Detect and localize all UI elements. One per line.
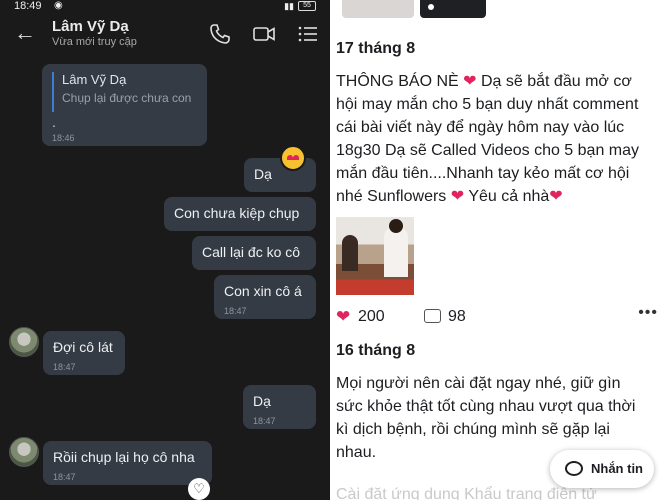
post-line: hội may mắn cho 5 bạn duy nhất comment [336,96,639,113]
post-line: nhé Sunflowers ❤ Yêu cả nhà❤ [336,185,660,208]
photo-figure [389,219,403,233]
message-time: 18:47 [53,362,76,372]
like-count[interactable]: 200 [358,308,385,326]
post-line-text: Yêu cả nhà [468,188,550,205]
faded-post-text: Cài đặt ứng dụng Khẩu trang điện tử [336,486,597,500]
heart-reaction-icon[interactable]: ♡ [188,478,210,500]
contact-avatar[interactable] [9,437,39,467]
quote-bar [52,72,54,112]
heart-eyes-emoji-icon [280,145,306,171]
back-arrow-icon[interactable]: ← [14,22,38,46]
signal-icon: ▮▮ [284,1,294,11]
message-button[interactable]: Nhắn tin [550,450,654,488]
quoted-message-bubble[interactable]: Lâm Vỹ Dạ Chụp lại được chưa con . 18:46 [42,64,207,146]
quoted-sender: Lâm Vỹ Dạ [62,72,127,87]
comment-count[interactable]: 98 [448,308,466,326]
chat-screen: 18:49 ◉ ▮▮ 55 ← Lâm Vỹ Dạ Vừa mới truy c… [0,0,330,500]
message-time: 18:47 [224,306,247,316]
message-time: 18:47 [253,416,276,426]
chat-bubble-icon [565,461,583,476]
sent-message-bubble[interactable]: Con chưa kiệp chụp [164,197,316,231]
received-message-bubble[interactable]: Rồii chụp lại họ cô nha 18:47 [43,441,212,485]
status-bar: 18:49 ◉ ▮▮ 55 [0,0,330,14]
menu-list-icon[interactable] [296,22,320,46]
heart-emoji-icon: ❤ [463,73,477,90]
post-line: sức khỏe thật tốt cùng nhau vượt qua thờ… [336,398,636,415]
contact-name[interactable]: Lâm Vỹ Dạ [52,18,129,35]
post-line-text: THÔNG BÁO NÈ [336,73,459,90]
status-time: 18:49 [14,0,42,12]
post-text: THÔNG BÁO NÈ ❤ Dạ sẽ bắt đầu mở cơ hội m… [336,70,660,208]
message-text: Đợi cô lát [53,339,113,355]
photo-figure [384,227,408,277]
post-line: cái bài viết này để ngày hôm nay vào lúc [336,119,625,136]
photo-figure [342,235,358,271]
heart-emoji-icon: ❤ [549,188,563,205]
sent-message-bubble[interactable]: Con xin cô á 18:47 [214,275,316,319]
post-line: kì dịch bệnh, rồi chúng mình sẽ gặp lại [336,421,610,438]
sent-message-bubble[interactable]: Call lại đc ko cô [192,236,316,270]
message-text: Dạ [254,166,272,182]
message-text: Con xin cô á [224,283,302,299]
post-date[interactable]: 16 tháng 8 [336,342,415,360]
post-line-text: nhé Sunflowers [336,188,447,205]
quoted-extra-text: . [52,114,56,130]
video-call-icon[interactable] [252,22,276,46]
sent-message-bubble[interactable]: Dạ [244,158,316,192]
contact-status: Vừa mới truy cập [52,36,137,48]
message-text: Rồii chụp lại họ cô nha [53,449,195,465]
chat-header: ← Lâm Vỹ Dạ Vừa mới truy cập [0,14,330,58]
heart-emoji-icon: ❤ [450,188,465,205]
sent-message-bubble[interactable]: Dạ 18:47 [243,385,316,429]
post-line-text: Dạ sẽ bắt đầu mở cơ [481,73,632,90]
message-text: Con chưa kiệp chụp [174,205,300,221]
reaction-row: ❤ 200 98 ••• [334,304,660,328]
message-button-label: Nhắn tin [591,461,643,476]
post-date[interactable]: 17 tháng 8 [336,40,415,58]
quoted-text: Chụp lại được chưa con [62,91,192,105]
phone-call-icon[interactable] [208,22,232,46]
battery-icon: 55 [298,1,316,11]
wifi-icon: ◉ [54,0,63,11]
message-time: 18:47 [53,472,76,482]
post-photo[interactable] [336,217,414,295]
comment-icon[interactable] [424,309,441,323]
photo-thumbnail[interactable] [420,0,486,18]
message-text: Call lại đc ko cô [202,244,301,260]
message-time: 18:46 [52,133,75,143]
more-options-icon[interactable]: ••• [638,304,658,322]
photo-thumbnail[interactable] [342,0,414,18]
contact-avatar[interactable] [9,327,39,357]
post-line: mắn đầu tiên....Nhanh tay kẻo mất cơ hội [336,165,630,182]
heart-like-icon[interactable]: ❤ [336,307,350,327]
post-line: 18g30 Dạ sẽ Called Videos cho 5 bạn may [336,142,640,159]
post-line: Mọi người nên cài đặt ngay nhé, giữ gìn [336,375,621,392]
message-text: Dạ [253,393,271,409]
received-message-bubble[interactable]: Đợi cô lát 18:47 [43,331,125,375]
social-feed: 17 tháng 8 THÔNG BÁO NÈ ❤ Dạ sẽ bắt đầu … [334,0,660,500]
post-line: THÔNG BÁO NÈ ❤ Dạ sẽ bắt đầu mở cơ [336,70,660,93]
